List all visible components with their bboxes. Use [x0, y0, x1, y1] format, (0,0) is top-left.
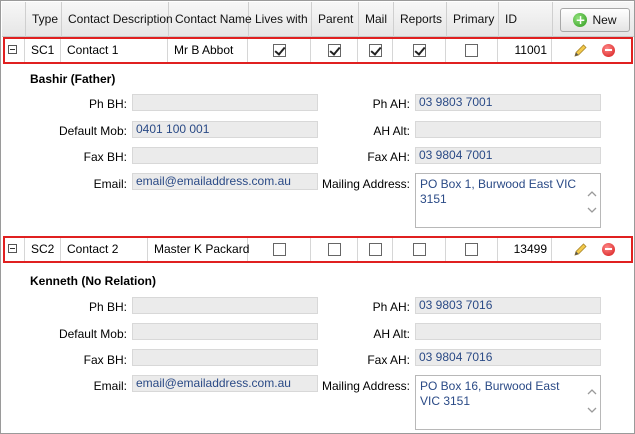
row-reports-cell	[393, 39, 446, 62]
row-contact-name: Master K Packard	[148, 238, 249, 261]
reports-checkbox[interactable]	[412, 44, 426, 57]
ah-alt-field	[415, 121, 601, 138]
ph-ah-field: 03 9803 7016	[415, 297, 601, 314]
default-mob-label: Default Mob:	[58, 124, 127, 138]
plus-circle-icon: +	[573, 13, 588, 27]
delete-minus-circle-icon[interactable]	[602, 44, 615, 57]
delete-minus-circle-icon[interactable]	[602, 243, 615, 256]
row-id: 13499	[498, 238, 552, 261]
row-parent-cell	[311, 238, 358, 261]
fax-bh-label: Fax BH:	[83, 353, 127, 367]
default-mob-field	[132, 323, 318, 340]
header-contact-description[interactable]: Contact Description	[62, 2, 173, 37]
lives-with-checkbox[interactable]	[272, 243, 286, 256]
ph-bh-label: Ph BH:	[88, 97, 127, 111]
primary-checkbox[interactable]	[465, 243, 478, 256]
mailing-address-textarea[interactable]: PO Box 16, Burwood East VIC 3151	[415, 375, 601, 430]
email-label: Email:	[93, 177, 127, 191]
mailing-address-label: Mailing Address:	[321, 379, 410, 393]
contact-row-1[interactable]: SC1 Contact 1 Mr B Abbot 11001	[3, 37, 633, 64]
header-parent[interactable]: Parent	[312, 2, 359, 37]
header-id[interactable]: ID	[499, 2, 553, 37]
row-reports-cell	[393, 238, 446, 261]
chevron-down-icon[interactable]	[586, 204, 598, 216]
detail-contact-name: Kenneth (No Relation)	[30, 274, 156, 288]
header-type[interactable]: Type	[26, 2, 62, 37]
row-expander-cell	[5, 39, 25, 62]
row-description: Contact 2	[61, 238, 148, 261]
row-primary-cell	[446, 238, 498, 261]
row-contact-name: Mr B Abbot	[168, 39, 248, 62]
row-type: SC2	[25, 238, 61, 261]
row-description: Contact 1	[61, 39, 168, 62]
ph-bh-field	[132, 94, 318, 111]
chevron-up-icon[interactable]	[586, 386, 598, 398]
row-mail-cell	[358, 238, 393, 261]
header-reports[interactable]: Reports	[394, 2, 447, 37]
new-contact-button[interactable]: + New	[560, 8, 630, 32]
header-lives-with[interactable]: Lives with	[249, 2, 312, 37]
row-lives-with-cell	[248, 238, 311, 261]
ah-alt-label: AH Alt:	[373, 327, 410, 341]
reports-checkbox[interactable]	[412, 243, 426, 256]
detail-contact-name: Bashir (Father)	[30, 72, 116, 86]
header-primary[interactable]: Primary	[447, 2, 499, 37]
fax-ah-label: Fax AH:	[367, 353, 410, 367]
row-type: SC1	[25, 39, 61, 62]
email-field: email@emailaddress.com.au	[132, 375, 318, 392]
row-parent-cell	[311, 39, 358, 62]
collapse-minus-icon[interactable]	[8, 244, 17, 253]
primary-checkbox[interactable]	[465, 44, 478, 57]
lives-with-checkbox[interactable]	[272, 44, 286, 57]
fax-bh-label: Fax BH:	[83, 150, 127, 164]
mailing-address-value: PO Box 1, Burwood East VIC 3151	[420, 177, 577, 206]
default-mob-label: Default Mob:	[58, 327, 127, 341]
ph-ah-label: Ph AH:	[372, 97, 410, 111]
fax-ah-field: 03 9804 7001	[415, 147, 601, 164]
parent-checkbox[interactable]	[327, 44, 341, 57]
chevron-up-icon[interactable]	[586, 188, 598, 200]
row-mail-cell	[358, 39, 393, 62]
mail-checkbox[interactable]	[368, 243, 382, 256]
fax-ah-label: Fax AH:	[367, 150, 410, 164]
pencil-icon[interactable]	[572, 242, 588, 258]
new-button-label: New	[592, 13, 617, 27]
mail-checkbox[interactable]	[368, 44, 382, 57]
mailing-address-textarea[interactable]: PO Box 1, Burwood East VIC 3151	[415, 173, 601, 228]
mailing-address-value: PO Box 16, Burwood East VIC 3151	[420, 379, 560, 408]
ph-ah-label: Ph AH:	[372, 300, 410, 314]
email-field: email@emailaddress.com.au	[132, 173, 318, 190]
email-label: Email:	[93, 379, 127, 393]
chevron-down-icon[interactable]	[586, 404, 598, 416]
mailing-address-label: Mailing Address:	[321, 177, 410, 191]
row-id: 11001	[498, 39, 552, 62]
row-primary-cell	[446, 39, 498, 62]
ph-bh-label: Ph BH:	[88, 300, 127, 314]
fax-ah-field: 03 9804 7016	[415, 349, 601, 366]
row-expander-cell	[5, 238, 25, 261]
ph-bh-field	[132, 297, 318, 314]
header-mail[interactable]: Mail	[359, 2, 394, 37]
row-lives-with-cell	[248, 39, 311, 62]
fax-bh-field	[132, 349, 318, 366]
ah-alt-label: AH Alt:	[373, 124, 410, 138]
default-mob-field: 0401 100 001	[132, 121, 318, 138]
ah-alt-field	[415, 323, 601, 340]
contact-row-2[interactable]: SC2 Contact 2 Master K Packard 13499	[3, 236, 633, 263]
contacts-grid: Type Contact Description Contact Name Li…	[0, 0, 635, 434]
grid-header: Type Contact Description Contact Name Li…	[2, 2, 634, 37]
header-contact-name[interactable]: Contact Name	[169, 2, 252, 37]
parent-checkbox[interactable]	[327, 243, 341, 256]
fax-bh-field	[132, 147, 318, 164]
ph-ah-field: 03 9803 7001	[415, 94, 601, 111]
header-expander-col	[2, 2, 26, 37]
pencil-icon[interactable]	[572, 43, 588, 59]
collapse-minus-icon[interactable]	[8, 45, 17, 54]
